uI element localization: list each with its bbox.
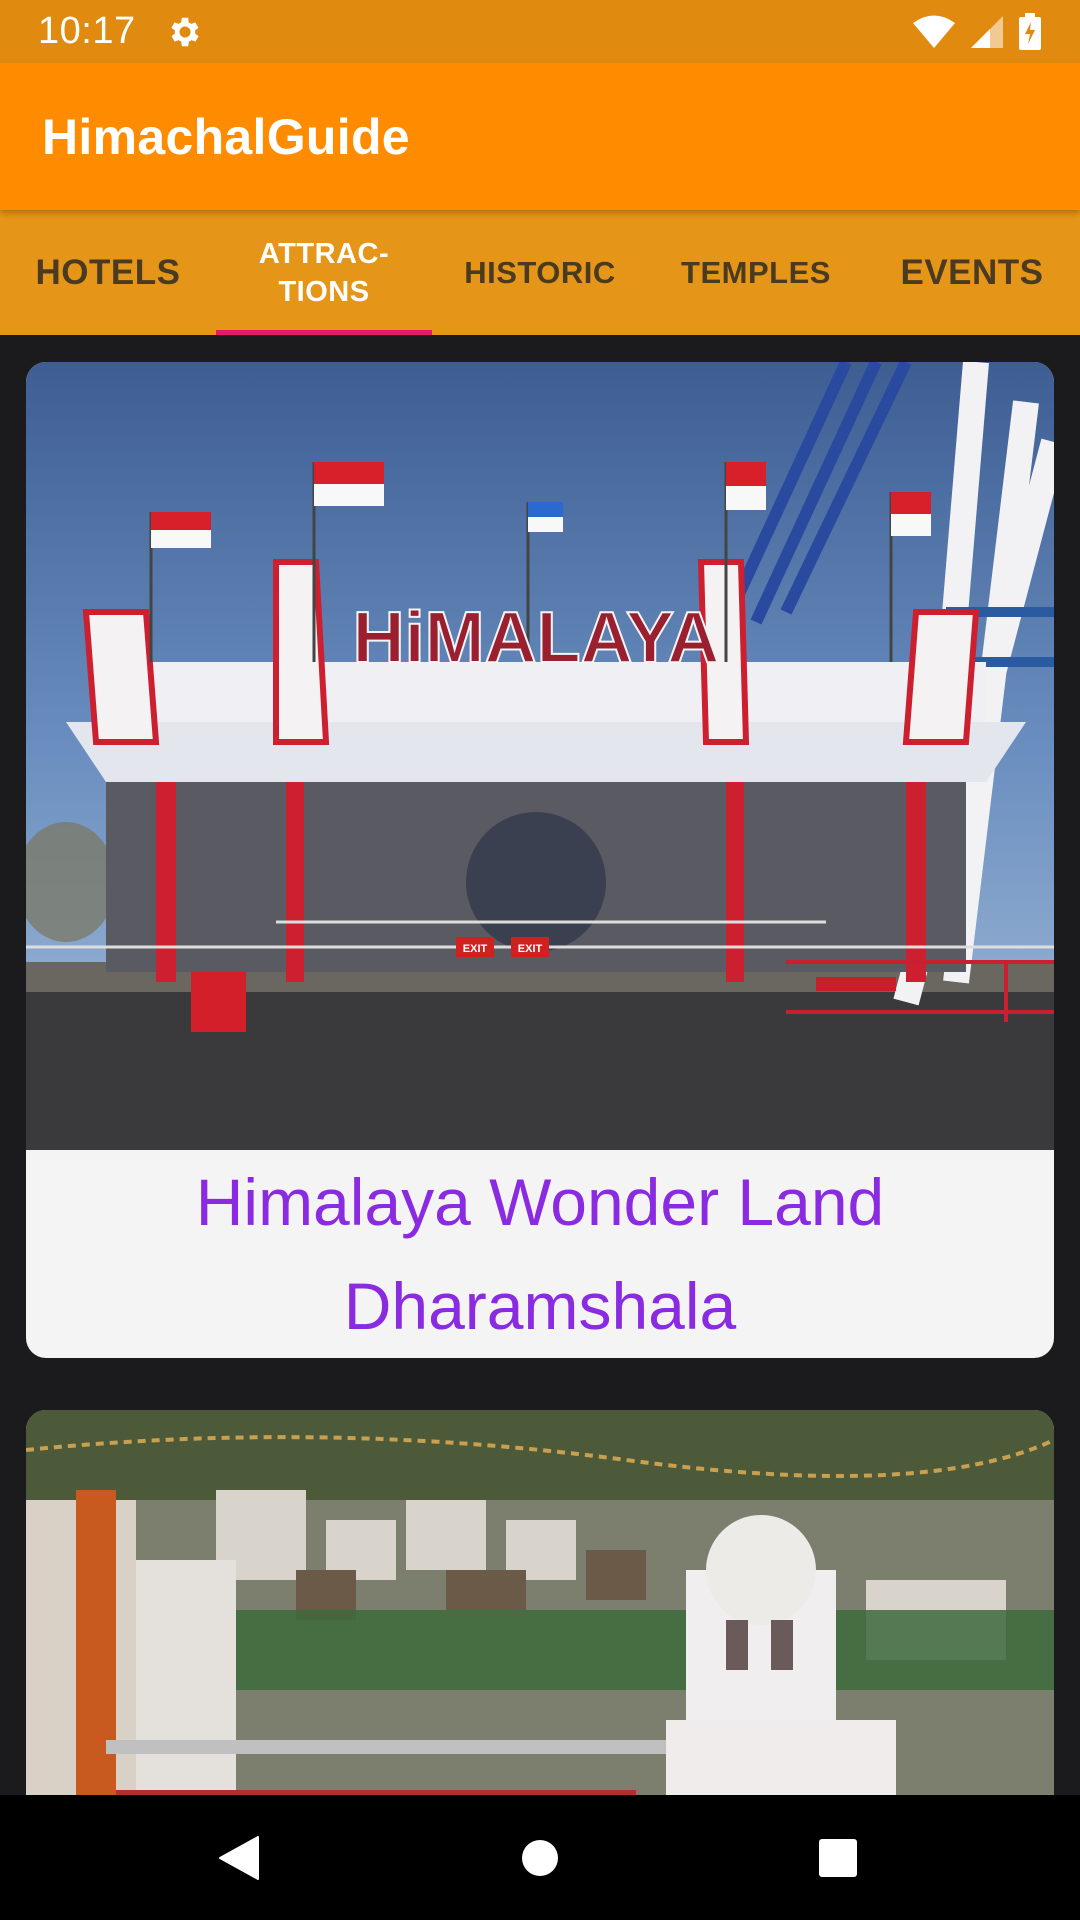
ride-sign-text: HiMALAYA bbox=[353, 598, 720, 678]
attraction-image bbox=[26, 1410, 1054, 1795]
attraction-image: HiMALAYA EXIT EXIT bbox=[26, 362, 1054, 1150]
tab-label: EVENTS bbox=[900, 252, 1044, 292]
attraction-card[interactable] bbox=[26, 1410, 1054, 1795]
signal-icon bbox=[971, 15, 1003, 48]
tab-label: HISTORIC bbox=[464, 254, 616, 290]
back-icon[interactable] bbox=[218, 1835, 260, 1881]
tab-label: TEMPLES bbox=[681, 254, 831, 290]
tab-temples[interactable]: TEMPLES bbox=[648, 210, 864, 335]
exit-sign-text: EXIT bbox=[463, 943, 488, 955]
wifi-icon bbox=[913, 15, 955, 48]
attraction-card[interactable]: HiMALAYA EXIT EXIT Himalaya Wonder Land … bbox=[26, 362, 1054, 1358]
tab-attractions[interactable]: ATTRAC- TIONS bbox=[216, 210, 432, 335]
gear-icon bbox=[170, 17, 199, 46]
tab-historic[interactable]: HISTORIC bbox=[432, 210, 648, 335]
exit-sign-text: EXIT bbox=[518, 943, 543, 955]
status-time: 10:17 bbox=[38, 10, 136, 52]
app-screen: 10:17 HimachalGuide HOTELS ATTRAC- TIONS… bbox=[0, 0, 1080, 1920]
battery-icon bbox=[1019, 12, 1041, 50]
app-bar: HimachalGuide bbox=[0, 63, 1080, 210]
tab-bar: HOTELS ATTRAC- TIONS HISTORIC TEMPLES EV… bbox=[0, 210, 1080, 335]
tab-hotels[interactable]: HOTELS bbox=[0, 210, 216, 335]
tab-label: HOTELS bbox=[35, 252, 181, 292]
attraction-title: Himalaya Wonder Land Dharamshala bbox=[195, 1165, 885, 1343]
app-title: HimachalGuide bbox=[42, 108, 410, 165]
navigation-bar bbox=[0, 1795, 1080, 1920]
attractions-list[interactable]: HiMALAYA EXIT EXIT Himalaya Wonder Land … bbox=[0, 335, 1080, 1795]
status-bar: 10:17 bbox=[0, 0, 1080, 63]
tab-events[interactable]: EVENTS bbox=[864, 210, 1080, 335]
tab-label: ATTRAC- TIONS bbox=[258, 237, 390, 308]
recents-icon[interactable] bbox=[818, 1835, 858, 1881]
home-icon[interactable] bbox=[520, 1835, 560, 1881]
